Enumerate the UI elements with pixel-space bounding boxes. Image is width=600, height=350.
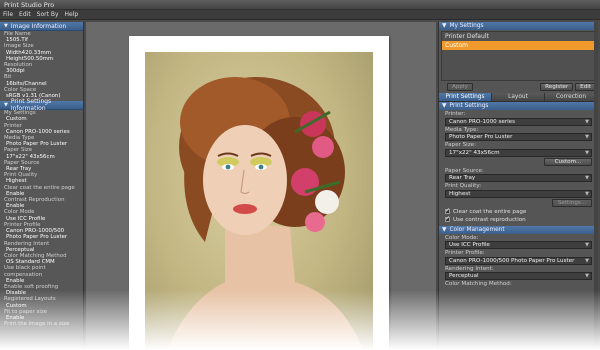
image-info-header[interactable]: ▼ Image Information [0, 22, 83, 31]
method-field: Color Matching Method: [439, 280, 598, 288]
clear-coat-label: Clear coat the entire page [453, 208, 527, 215]
intent-value: Perceptual [449, 273, 479, 279]
tab-correction[interactable]: Correction [545, 93, 598, 101]
clear-coat-checkbox[interactable] [445, 207, 450, 214]
chevron-down-icon: ▼ [585, 257, 589, 264]
color-management-title: Color Management [449, 226, 505, 233]
edit-button[interactable]: Edit [575, 83, 596, 91]
paper-source-value: Rear Tray [449, 175, 476, 181]
chevron-down-icon: ▼ [585, 242, 589, 248]
menu-edit[interactable]: Edit [16, 10, 34, 19]
paper-size-value: 17"x22" 43x56cm [449, 149, 500, 156]
chevron-down-icon: ▼ [585, 134, 589, 140]
app-title: Print Studio Pro [4, 1, 55, 9]
menu-sort-by[interactable]: Sort By [34, 10, 62, 19]
menu-bar: File Edit Sort By Help [0, 10, 600, 20]
portrait-photo [145, 52, 373, 350]
contrast-checkbox[interactable] [445, 215, 450, 222]
collapse-triangle-icon: ▼ [442, 226, 447, 233]
info-value: Width420.33mm Height500.50mm [6, 49, 54, 62]
image-info-title: Image Information [10, 22, 67, 30]
menu-help[interactable]: Help [62, 10, 82, 19]
apply-button[interactable]: Apply [447, 83, 473, 91]
tab-print-settings[interactable]: Print Settings [439, 93, 492, 101]
info-value: Canon PRO-1000/500 Photo Paper Pro Luste… [6, 228, 68, 241]
info-key: Clear coat the entire page [4, 184, 75, 191]
quality-value: Highest [449, 190, 471, 197]
my-settings-item[interactable]: Printer Default [442, 32, 595, 41]
print-settings-header[interactable]: ▼ Print Settings [439, 102, 598, 110]
profile-value: Canon PRO-1000/500 Photo Paper Pro Luste… [449, 257, 575, 264]
chevron-down-icon: ▼ [585, 175, 589, 181]
paper-source-field: Paper Source: Rear Tray ▼ [439, 167, 598, 182]
my-settings-buttons: Apply Register Edit [439, 82, 598, 92]
info-panel: ▼ Image Information File Name 1505.Tif I… [0, 22, 84, 350]
collapse-triangle-icon: ▼ [442, 23, 447, 29]
title-bar: Print Studio Pro [0, 0, 600, 10]
quality-settings-button[interactable]: Settings... [552, 198, 592, 207]
printer-value: Canon PRO-1000 series [449, 118, 516, 125]
my-settings-title: My Settings [449, 23, 484, 29]
collapse-triangle-icon: ▼ [4, 102, 8, 109]
paper-size-select[interactable]: 17"x22" 43x56cm ▼ [445, 148, 592, 157]
intent-select[interactable]: Perceptual ▼ [445, 272, 592, 280]
color-mode-value: Use ICC Profile [449, 242, 490, 248]
contrast-label: Use contrast reproduction [453, 216, 526, 223]
menu-file[interactable]: File [0, 10, 16, 19]
chevron-down-icon: ▼ [585, 190, 589, 197]
color-mode-select[interactable]: Use ICC Profile ▼ [445, 241, 592, 249]
color-management-header[interactable]: ▼ Color Management [439, 225, 598, 234]
collapse-triangle-icon: ▼ [4, 23, 8, 29]
app-window: Print Studio Pro File Edit Sort By Help … [0, 0, 600, 350]
print-preview-area[interactable] [86, 22, 436, 350]
chevron-down-icon: ▼ [585, 273, 589, 279]
contrast-option[interactable]: Use contrast reproduction [439, 215, 598, 224]
custom-row: Custom... [439, 157, 598, 167]
clear-coat-option[interactable]: Clear coat the entire page [439, 207, 598, 216]
image-info-list: File Name 1505.Tif Image Size Width420.3… [0, 31, 83, 99]
my-settings-item-selected[interactable]: Custom [442, 41, 595, 50]
profile-field: Printer Profile: Canon PRO-1000/500 Phot… [439, 249, 598, 265]
paper-size-field: Paper Size: 17"x22" 43x56cm ▼ [439, 141, 598, 157]
printer-select[interactable]: Canon PRO-1000 series ▼ [445, 117, 592, 126]
custom-size-button[interactable]: Custom... [544, 157, 592, 166]
register-button[interactable]: Register [540, 83, 574, 91]
tab-layout[interactable]: Layout [492, 93, 545, 101]
info-key: Use black point compensation [4, 265, 46, 278]
paper-sheet [129, 36, 389, 350]
chevron-down-icon: ▼ [585, 118, 589, 125]
intent-field: Rendering Intent: Perceptual ▼ [439, 265, 598, 280]
media-select[interactable]: Photo Paper Pro Luster ▼ [445, 133, 592, 141]
settings-scrollbar[interactable] [594, 22, 598, 350]
info-key: Print the image in a size [4, 321, 70, 328]
printer-field: Printer: Canon PRO-1000 series ▼ [439, 110, 598, 126]
method-label: Color Matching Method: [445, 281, 512, 287]
quality-field: Print Quality: Highest ▼ [439, 182, 598, 198]
color-mode-field: Color Mode: Use ICC Profile ▼ [439, 234, 598, 249]
paper-source-select[interactable]: Rear Tray ▼ [445, 174, 592, 182]
chevron-down-icon: ▼ [585, 149, 589, 156]
print-settings-title: Print Settings [449, 103, 489, 109]
print-info-header[interactable]: ▼ Print Settings Information [0, 98, 83, 112]
portrait-illustration [167, 77, 363, 350]
my-settings-header[interactable]: ▼ My Settings [439, 22, 598, 30]
collapse-triangle-icon: ▼ [442, 103, 447, 109]
settings-row: Settings... [439, 198, 598, 208]
my-settings-list[interactable]: Printer Default Custom [441, 31, 596, 81]
print-info-list: My Settings Custom Printer Canon PRO-100… [0, 110, 83, 327]
quality-select[interactable]: Highest ▼ [445, 189, 592, 198]
settings-tabs: Print Settings Layout Correction [439, 93, 598, 102]
profile-select[interactable]: Canon PRO-1000/500 Photo Paper Pro Luste… [445, 256, 592, 265]
media-value: Photo Paper Pro Luster [449, 134, 513, 140]
settings-panel: ▼ My Settings Printer Default Custom App… [438, 22, 598, 350]
media-field: Media Type: Photo Paper Pro Luster ▼ [439, 126, 598, 141]
